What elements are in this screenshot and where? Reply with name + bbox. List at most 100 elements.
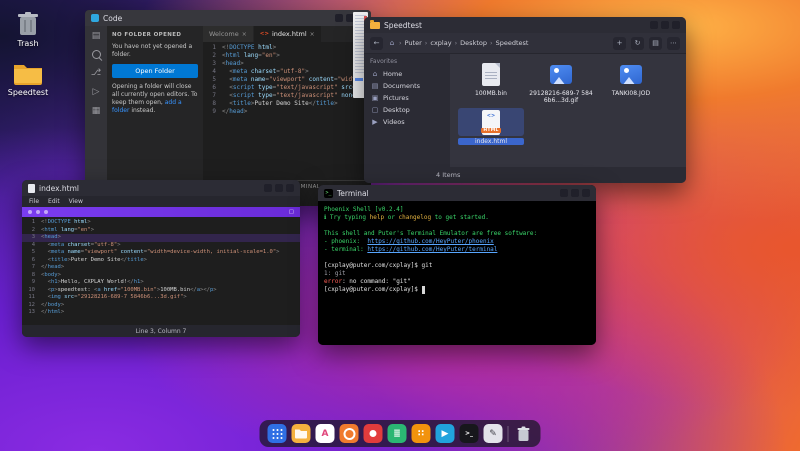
vscode-titlebar[interactable]: Code bbox=[85, 10, 371, 26]
taskbar-app-player[interactable]: ▶ bbox=[436, 424, 455, 443]
html-file-icon: <>HTML bbox=[482, 110, 500, 135]
back-button[interactable]: ← bbox=[370, 37, 383, 50]
taskbar-app-calculator[interactable]: ∷ bbox=[412, 424, 431, 443]
files-grid: 100MB.bin29128216-689-7 5846b6...3d.gifT… bbox=[450, 54, 686, 167]
taskbar-app-launcher[interactable] bbox=[268, 424, 287, 443]
breadcrumb-item[interactable]: Speedtest bbox=[496, 39, 529, 47]
taskbar-app-recorder[interactable] bbox=[364, 424, 383, 443]
file-icon bbox=[28, 184, 35, 193]
close-tab-icon[interactable]: × bbox=[242, 31, 247, 38]
sidebar-item-pictures[interactable]: ▣Pictures bbox=[368, 92, 446, 104]
maximize-button[interactable] bbox=[661, 21, 669, 29]
folder-icon bbox=[370, 22, 380, 29]
file-item[interactable]: <>HTMLindex.html bbox=[458, 108, 524, 145]
minimize-button[interactable] bbox=[560, 189, 568, 197]
files-titlebar[interactable]: Speedtest bbox=[364, 17, 686, 33]
taskbar-app-terminal[interactable]: >_ bbox=[460, 424, 479, 443]
terminal-output[interactable]: Phoenix Shell [v0.2.4]ℹ Try typing help … bbox=[318, 201, 596, 345]
editor-statusbar: Line 3, Column 7 bbox=[22, 325, 300, 337]
search-icon[interactable] bbox=[92, 50, 101, 59]
editor-menubar: File Edit View bbox=[22, 196, 300, 207]
sidebar-item-home[interactable]: ⌂Home bbox=[368, 68, 446, 80]
explorer-icon[interactable]: ▤ bbox=[89, 31, 103, 41]
new-item-button[interactable]: + bbox=[613, 37, 626, 50]
items-count: 4 Items bbox=[436, 171, 460, 179]
folder-hint-message: Opening a folder will close all currentl… bbox=[112, 83, 198, 115]
trash-icon bbox=[516, 426, 530, 442]
home-icon[interactable]: ⌂ bbox=[388, 39, 396, 47]
menu-view[interactable]: View bbox=[69, 198, 83, 205]
camera-icon bbox=[343, 428, 355, 440]
taskbar-app-app-center[interactable]: A bbox=[316, 424, 335, 443]
taskbar-trash[interactable] bbox=[514, 424, 533, 443]
minimize-button[interactable] bbox=[264, 184, 272, 192]
taskbar-divider bbox=[508, 426, 509, 442]
files-sidebar-list: ⌂Home▤Documents▣Pictures▢Desktop▶Videos bbox=[368, 68, 446, 128]
source-control-icon[interactable]: ⎇ bbox=[89, 68, 103, 78]
tab-label: index.html bbox=[272, 30, 307, 38]
close-button[interactable] bbox=[672, 21, 680, 29]
desktop-icon-label: Trash bbox=[0, 39, 56, 48]
player-icon: ▶ bbox=[442, 429, 449, 439]
cursor-position: Line 3, Column 7 bbox=[136, 328, 187, 335]
desktop-icon-speedtest[interactable]: Speedtest bbox=[0, 60, 56, 97]
close-button[interactable] bbox=[582, 189, 590, 197]
sidebar-item-label: Pictures bbox=[383, 94, 409, 102]
editor-titlebar[interactable]: index.html bbox=[22, 180, 300, 196]
vscode-code-area[interactable]: 1<!DOCTYPE html>2<html lang="en">3<head>… bbox=[203, 42, 371, 180]
breadcrumb-item[interactable]: cxplay bbox=[430, 39, 451, 47]
breadcrumb-item[interactable]: Puter bbox=[405, 39, 422, 47]
desktop: Trash Speedtest Code ▤ ⎇ ▷ ▦ bbox=[0, 0, 800, 451]
taskbar-app-notes[interactable]: ≣ bbox=[388, 424, 407, 443]
file-item[interactable]: 29128216-689-7 5846b6...3d.gif bbox=[528, 60, 594, 104]
breadcrumb-item[interactable]: Desktop bbox=[460, 39, 487, 47]
calculator-icon: ∷ bbox=[418, 429, 424, 439]
folder-icon bbox=[0, 60, 56, 86]
window-controls bbox=[264, 184, 294, 192]
taskbar-app-files[interactable] bbox=[292, 424, 311, 443]
close-button[interactable] bbox=[286, 184, 294, 192]
files-window: Speedtest ← ⌂ ›Puter›cxplay›Desktop›Spee… bbox=[364, 17, 686, 183]
terminal-icon: >_ bbox=[465, 430, 473, 437]
terminal-titlebar[interactable]: >_ Terminal bbox=[318, 185, 596, 201]
tab-welcome[interactable]: Welcome × bbox=[203, 26, 254, 42]
terminal-icon: >_ bbox=[324, 189, 333, 198]
maximize-button[interactable] bbox=[571, 189, 579, 197]
explorer-section-header[interactable]: NO FOLDER OPENED bbox=[112, 31, 198, 39]
sidebar-item-label: Desktop bbox=[383, 106, 410, 114]
extensions-icon[interactable]: ▦ bbox=[89, 106, 103, 116]
minimize-button[interactable] bbox=[650, 21, 658, 29]
desktop-icon-trash[interactable]: Trash bbox=[0, 10, 56, 48]
taskbar-app-editor[interactable]: ✎ bbox=[484, 424, 503, 443]
sidebar-item-documents[interactable]: ▤Documents bbox=[368, 80, 446, 92]
sidebar-item-videos[interactable]: ▶Videos bbox=[368, 116, 446, 128]
toolbar-dot-icon[interactable] bbox=[28, 210, 32, 214]
minimize-button[interactable] bbox=[335, 14, 343, 22]
taskbar-app-camera[interactable] bbox=[340, 424, 359, 443]
more-button[interactable]: ⋯ bbox=[667, 37, 680, 50]
editor-code-area[interactable]: 1<!DOCTYPE html>2<html lang="en">3<head>… bbox=[22, 217, 300, 325]
run-debug-icon[interactable]: ▷ bbox=[89, 87, 103, 97]
files-sidebar: Favorites ⌂Home▤Documents▣Pictures▢Deskt… bbox=[364, 54, 450, 167]
menu-file[interactable]: File bbox=[29, 198, 39, 205]
window-controls bbox=[560, 189, 590, 197]
close-tab-icon[interactable]: × bbox=[310, 31, 315, 38]
expand-icon[interactable]: ▢ bbox=[289, 209, 294, 215]
open-folder-button[interactable]: Open Folder bbox=[112, 64, 198, 78]
breadcrumb-separator: › bbox=[490, 39, 493, 47]
file-item[interactable]: 100MB.bin bbox=[458, 60, 524, 104]
sidebar-item-desktop[interactable]: ▢Desktop bbox=[368, 104, 446, 116]
refresh-button[interactable]: ↻ bbox=[631, 37, 644, 50]
file-item[interactable]: TANKI08.JOD bbox=[598, 60, 664, 104]
files-statusbar: 4 Items bbox=[364, 167, 686, 183]
maximize-button[interactable] bbox=[275, 184, 283, 192]
toolbar-dot-icon[interactable] bbox=[44, 210, 48, 214]
tab-index-html[interactable]: <> index.html × bbox=[254, 26, 322, 42]
sidebar-item-label: Home bbox=[383, 70, 402, 78]
toolbar-dot-icon[interactable] bbox=[36, 210, 40, 214]
menu-edit[interactable]: Edit bbox=[48, 198, 60, 205]
editor-tabs: Welcome × <> index.html × bbox=[203, 26, 371, 42]
window-title: Terminal bbox=[337, 189, 369, 198]
layout-button[interactable]: ▤ bbox=[649, 37, 662, 50]
html-file-icon: <> bbox=[260, 31, 269, 37]
